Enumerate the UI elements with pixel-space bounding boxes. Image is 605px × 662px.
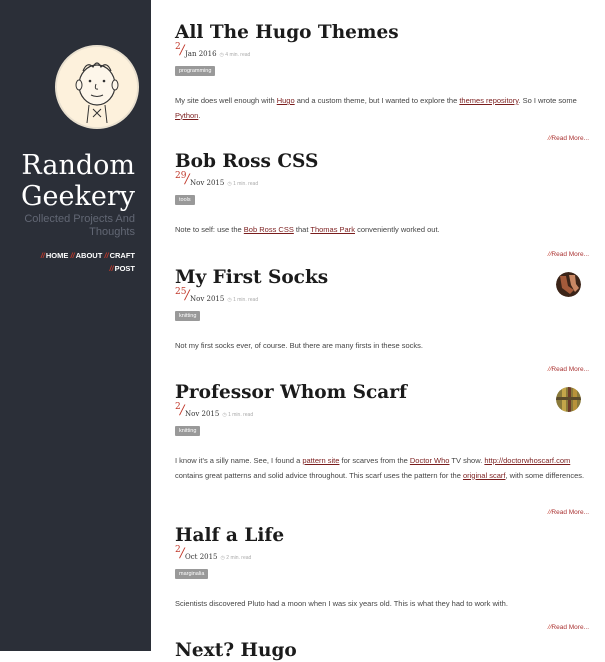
scarf-thumbnail[interactable]: [556, 387, 581, 412]
post-title[interactable]: Next? Hugo: [175, 640, 585, 662]
main-nav: //HOME //ABOUT //CRAFT //POST: [15, 249, 135, 275]
post-entry: Next? Hugo: [175, 640, 585, 662]
summary-text: I know it's a silly name. See, I found a: [175, 456, 303, 465]
post-entry: My First Socks 25 / Nov 2015 ◷ 1 min. rea…: [175, 267, 585, 354]
post-month-year: Oct 2015: [185, 553, 218, 561]
summary-text: , with some differences.: [505, 470, 585, 480]
summary-text: My site does well enough with: [175, 96, 277, 105]
date-slash: /: [185, 288, 190, 303]
post-entry: Bob Ross CSS 29 / Nov 2015 ◷ 1 min. read …: [175, 151, 585, 238]
post-title[interactable]: All The Hugo Themes: [175, 22, 585, 44]
site-title[interactable]: Random Geekery: [21, 150, 135, 212]
summary-link[interactable]: Hugo: [277, 96, 295, 105]
site-title-line2: Geekery: [20, 181, 135, 212]
date-slash: /: [180, 43, 185, 58]
clock-icon: ◷ 4 min. read: [219, 52, 251, 58]
nav-item-post[interactable]: //POST: [109, 264, 135, 273]
summary-text: . So I wrote some: [518, 96, 577, 105]
summary-text: conveniently worked out.: [354, 225, 440, 234]
summary-text: Not my first socks ever, of course. But …: [175, 341, 424, 350]
summary-text: and a custom theme, but I wanted to expl…: [294, 96, 460, 105]
summary-link[interactable]: http://doctorwhoscarf.com: [484, 456, 570, 465]
read-more-link[interactable]: //Read More...: [548, 251, 589, 258]
read-more-label: Read More...: [551, 366, 589, 373]
nav-slash: //: [40, 251, 45, 260]
nav-label: ABOUT: [75, 251, 103, 260]
clock-icon: ◷ 1 min. read: [222, 412, 254, 418]
date-slash: /: [180, 403, 185, 418]
post-list: All The Hugo Themes 2 / Jan 2016 ◷ 4 min.…: [175, 0, 589, 661]
clock-icon: ◷ 1 min. read: [227, 181, 259, 187]
post-summary: My site does well enough with Hugo and a…: [175, 94, 585, 123]
summary-text: Scientists discovered Pluto had a moon w…: [175, 599, 508, 608]
clock-icon: ◷ 1 min. read: [227, 297, 259, 303]
avatar-illustration: [57, 47, 137, 127]
summary-text: contains great patterns and solid advice…: [175, 470, 463, 480]
nav-item-about[interactable]: //ABOUT: [70, 251, 102, 260]
post-month-year: Nov 2015: [185, 410, 220, 418]
post-title[interactable]: Bob Ross CSS: [175, 151, 585, 173]
tag-badge[interactable]: knitting: [175, 311, 201, 321]
nav-item-craft[interactable]: //CRAFT: [104, 251, 135, 260]
summary-link[interactable]: Thomas Park: [310, 225, 355, 234]
post-summary: Note to self: use the Bob Ross CSS that …: [175, 223, 585, 238]
summary-link[interactable]: original scarf: [463, 471, 506, 480]
read-more-link[interactable]: //Read More...: [548, 366, 589, 373]
read-more-label: Read More...: [551, 509, 589, 516]
tag-badge[interactable]: knitting: [175, 426, 201, 436]
post-date: 29 / Nov 2015 ◷ 1 min. read: [175, 171, 585, 188]
post-entry: Professor Whom Scarf 2 / Nov 2015 ◷ 1 min…: [175, 382, 585, 483]
summary-text: Note to self: use the: [175, 225, 244, 234]
summary-link[interactable]: pattern site: [302, 456, 339, 465]
summary-link[interactable]: themes repository: [459, 96, 518, 105]
post-summary: Scientists discovered Pluto had a moon w…: [175, 597, 585, 612]
post-date: 25 / Nov 2015 ◷ 1 min. read: [175, 287, 585, 304]
read-more-link[interactable]: //Read More...: [548, 509, 589, 516]
post-date: 2 / Nov 2015 ◷ 1 min. read: [175, 402, 585, 419]
post-month-year: Nov 2015: [190, 179, 225, 187]
sidebar: Random Geekery Collected Projects And Th…: [0, 0, 151, 651]
site-tagline: Collected Projects And Thoughts: [24, 213, 135, 238]
summary-text: for scarves from the: [339, 456, 410, 465]
tag-badge[interactable]: marginalia: [175, 569, 209, 579]
post-date: 2 / Jan 2016 ◷ 4 min. read: [175, 42, 585, 59]
nav-label: POST: [114, 264, 135, 273]
tag-badge[interactable]: programming: [175, 66, 216, 76]
post-entry: All The Hugo Themes 2 / Jan 2016 ◷ 4 min.…: [175, 22, 585, 123]
post-title[interactable]: Professor Whom Scarf: [175, 382, 585, 404]
post-month-year: Nov 2015: [190, 295, 225, 303]
summary-text: that: [293, 225, 311, 234]
summary-link[interactable]: Bob Ross CSS: [244, 225, 294, 234]
post-summary: I know it's a silly name. See, I found a…: [175, 454, 585, 483]
avatar[interactable]: [55, 45, 139, 129]
date-slash: /: [185, 172, 190, 187]
read-more-label: Read More...: [551, 251, 589, 258]
post-month-year: Jan 2016: [185, 50, 217, 58]
summary-text: .: [198, 110, 201, 120]
nav-item-home[interactable]: //HOME: [41, 251, 69, 260]
post-title[interactable]: Half a Life: [175, 525, 585, 547]
post-title[interactable]: My First Socks: [175, 267, 585, 289]
read-more-link[interactable]: //Read More...: [548, 624, 589, 631]
read-more-link[interactable]: //Read More...: [548, 135, 589, 142]
nav-label: HOME: [45, 251, 69, 260]
nav-slash: //: [70, 251, 75, 260]
nav-label: CRAFT: [109, 251, 135, 260]
summary-link[interactable]: Doctor Who: [410, 456, 450, 465]
clock-icon: ◷ 2 min. read: [220, 555, 252, 561]
date-slash: /: [180, 546, 185, 561]
tag-badge[interactable]: tools: [175, 195, 195, 205]
post-date: 2 / Oct 2015 ◷ 2 min. read: [175, 545, 585, 562]
nav-slash: //: [104, 251, 109, 260]
post-summary: Not my first socks ever, of course. But …: [175, 339, 585, 354]
read-more-label: Read More...: [551, 135, 589, 142]
nav-slash: //: [109, 264, 114, 273]
summary-text: TV show.: [449, 456, 485, 465]
site-title-line1: Random: [21, 150, 135, 181]
summary-link[interactable]: Python: [175, 111, 198, 120]
socks-thumbnail[interactable]: [556, 272, 581, 297]
post-entry: Half a Life 2 / Oct 2015 ◷ 2 min. read ma…: [175, 525, 585, 612]
read-more-label: Read More...: [551, 624, 589, 631]
